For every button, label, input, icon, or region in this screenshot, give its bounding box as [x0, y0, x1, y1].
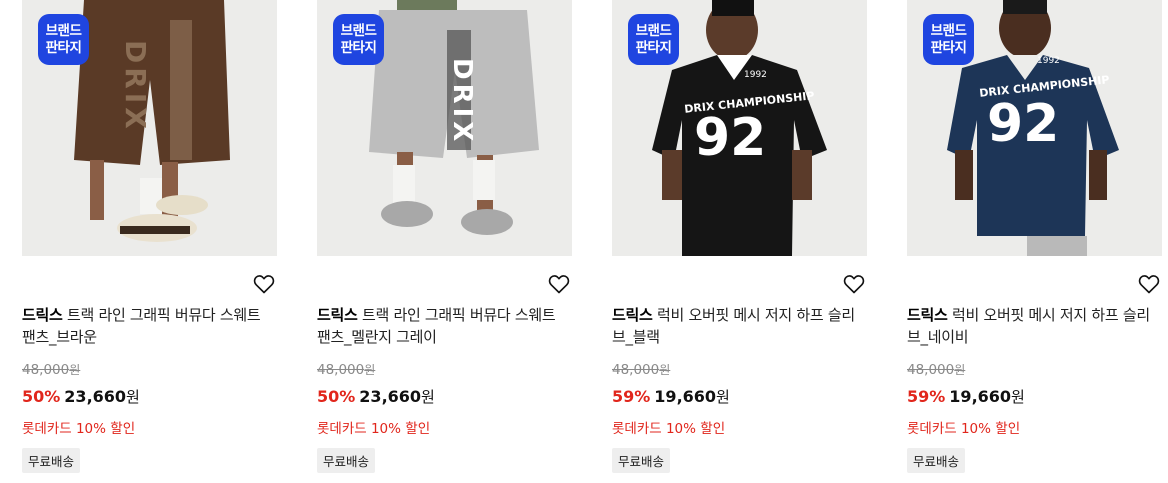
- product-image[interactable]: 브랜드 판타지 DRIX: [22, 0, 277, 256]
- original-price-unit: 원: [69, 363, 81, 377]
- brand-name[interactable]: 드릭스: [907, 306, 948, 324]
- wishlist-heart-icon[interactable]: [547, 272, 571, 296]
- free-shipping-tag: 무료배송: [612, 448, 671, 473]
- sale-price: 19,660: [949, 387, 1012, 406]
- brand-name[interactable]: 드릭스: [22, 306, 63, 324]
- badge-line2: 판타지: [340, 39, 377, 56]
- jersey-year-text: 1992: [744, 70, 767, 80]
- original-price-unit: 원: [659, 363, 671, 377]
- brand-fantasy-badge: 브랜드 판타지: [38, 14, 89, 65]
- badge-line1: 브랜드: [340, 22, 377, 39]
- product-title[interactable]: 드릭스 럭비 오버핏 메시 저지 하프 슬리브_블랙: [612, 304, 867, 348]
- original-price-value: 48,000: [907, 362, 955, 378]
- sale-price: 23,660: [64, 387, 127, 406]
- original-price: 48,000원: [907, 361, 965, 378]
- discount-rate: 59%: [907, 387, 946, 406]
- original-price: 48,000원: [22, 361, 80, 378]
- brand-fantasy-badge: 브랜드 판타지: [333, 14, 384, 65]
- product-image[interactable]: 브랜드 판타지 DRIX: [317, 0, 572, 256]
- wishlist-heart-icon[interactable]: [842, 272, 866, 296]
- sale-price: 19,660: [654, 387, 717, 406]
- card-discount-text: 롯데카드 10% 할인: [317, 421, 431, 437]
- sale-price-row: 59% 19,660원: [612, 386, 730, 407]
- original-price: 48,000원: [612, 361, 670, 378]
- discount-rate: 50%: [22, 387, 61, 406]
- badge-line1: 브랜드: [930, 22, 967, 39]
- original-price-value: 48,000: [612, 362, 660, 378]
- brand-name[interactable]: 드릭스: [612, 306, 653, 324]
- original-price-value: 48,000: [22, 362, 70, 378]
- product-title[interactable]: 드릭스 럭비 오버핏 메시 저지 하프 슬리브_네이비: [907, 304, 1162, 348]
- price-unit: 원: [716, 388, 730, 406]
- badge-line1: 브랜드: [635, 22, 672, 39]
- sale-price-row: 59% 19,660원: [907, 386, 1025, 407]
- badge-line2: 판타지: [45, 39, 82, 56]
- original-price: 48,000원: [317, 361, 375, 378]
- price-unit: 원: [126, 388, 140, 406]
- brand-fantasy-badge: 브랜드 판타지: [628, 14, 679, 65]
- product-card[interactable]: 브랜드 판타지 DRIX CHAMPIONSHIP 92 1992 드릭스 럭비…: [612, 0, 887, 473]
- wishlist-heart-icon[interactable]: [252, 272, 276, 296]
- card-discount-text: 롯데카드 10% 할인: [22, 421, 136, 437]
- shorts-logo-text: DRIX: [119, 40, 152, 133]
- product-card[interactable]: 브랜드 판타지 DRIX 드릭스 트랙 라인 그래픽 버뮤다 스웨트 팬츠_멜란…: [317, 0, 592, 473]
- product-card[interactable]: 브랜드 판타지 DRIX CHAMPIONSHIP 92 1992 드릭스 럭비…: [907, 0, 1168, 473]
- sale-price: 23,660: [359, 387, 422, 406]
- product-image[interactable]: 브랜드 판타지 DRIX CHAMPIONSHIP 92 1992: [907, 0, 1162, 256]
- jersey-number-text: 92: [694, 108, 767, 168]
- jersey-number-text: 92: [987, 94, 1060, 154]
- card-discount-text: 롯데카드 10% 할인: [907, 421, 1021, 437]
- free-shipping-tag: 무료배송: [907, 448, 966, 473]
- brand-name[interactable]: 드릭스: [317, 306, 358, 324]
- sale-price-row: 50% 23,660원: [317, 386, 435, 407]
- product-grid: 브랜드 판타지 DRIX 드릭스 트랙 라인 그래픽 버뮤다 스웨트 팬츠_브라…: [0, 0, 1168, 483]
- price-unit: 원: [421, 388, 435, 406]
- badge-line2: 판타지: [930, 39, 967, 56]
- badge-line2: 판타지: [635, 39, 672, 56]
- product-title[interactable]: 드릭스 트랙 라인 그래픽 버뮤다 스웨트 팬츠_브라운: [22, 304, 277, 348]
- discount-rate: 59%: [612, 387, 651, 406]
- shorts-logo-text: DRIX: [447, 58, 477, 146]
- brand-fantasy-badge: 브랜드 판타지: [923, 14, 974, 65]
- card-discount-text: 롯데카드 10% 할인: [612, 421, 726, 437]
- original-price-value: 48,000: [317, 362, 365, 378]
- badge-line1: 브랜드: [45, 22, 82, 39]
- free-shipping-tag: 무료배송: [22, 448, 81, 473]
- wishlist-heart-icon[interactable]: [1137, 272, 1161, 296]
- price-unit: 원: [1011, 388, 1025, 406]
- jersey-year-text: 1992: [1037, 56, 1060, 66]
- product-card[interactable]: 브랜드 판타지 DRIX 드릭스 트랙 라인 그래픽 버뮤다 스웨트 팬츠_브라…: [22, 0, 297, 473]
- product-title[interactable]: 드릭스 트랙 라인 그래픽 버뮤다 스웨트 팬츠_멜란지 그레이: [317, 304, 572, 348]
- product-image[interactable]: 브랜드 판타지 DRIX CHAMPIONSHIP 92 1992: [612, 0, 867, 256]
- free-shipping-tag: 무료배송: [317, 448, 376, 473]
- original-price-unit: 원: [954, 363, 966, 377]
- original-price-unit: 원: [364, 363, 376, 377]
- sale-price-row: 50% 23,660원: [22, 386, 140, 407]
- discount-rate: 50%: [317, 387, 356, 406]
